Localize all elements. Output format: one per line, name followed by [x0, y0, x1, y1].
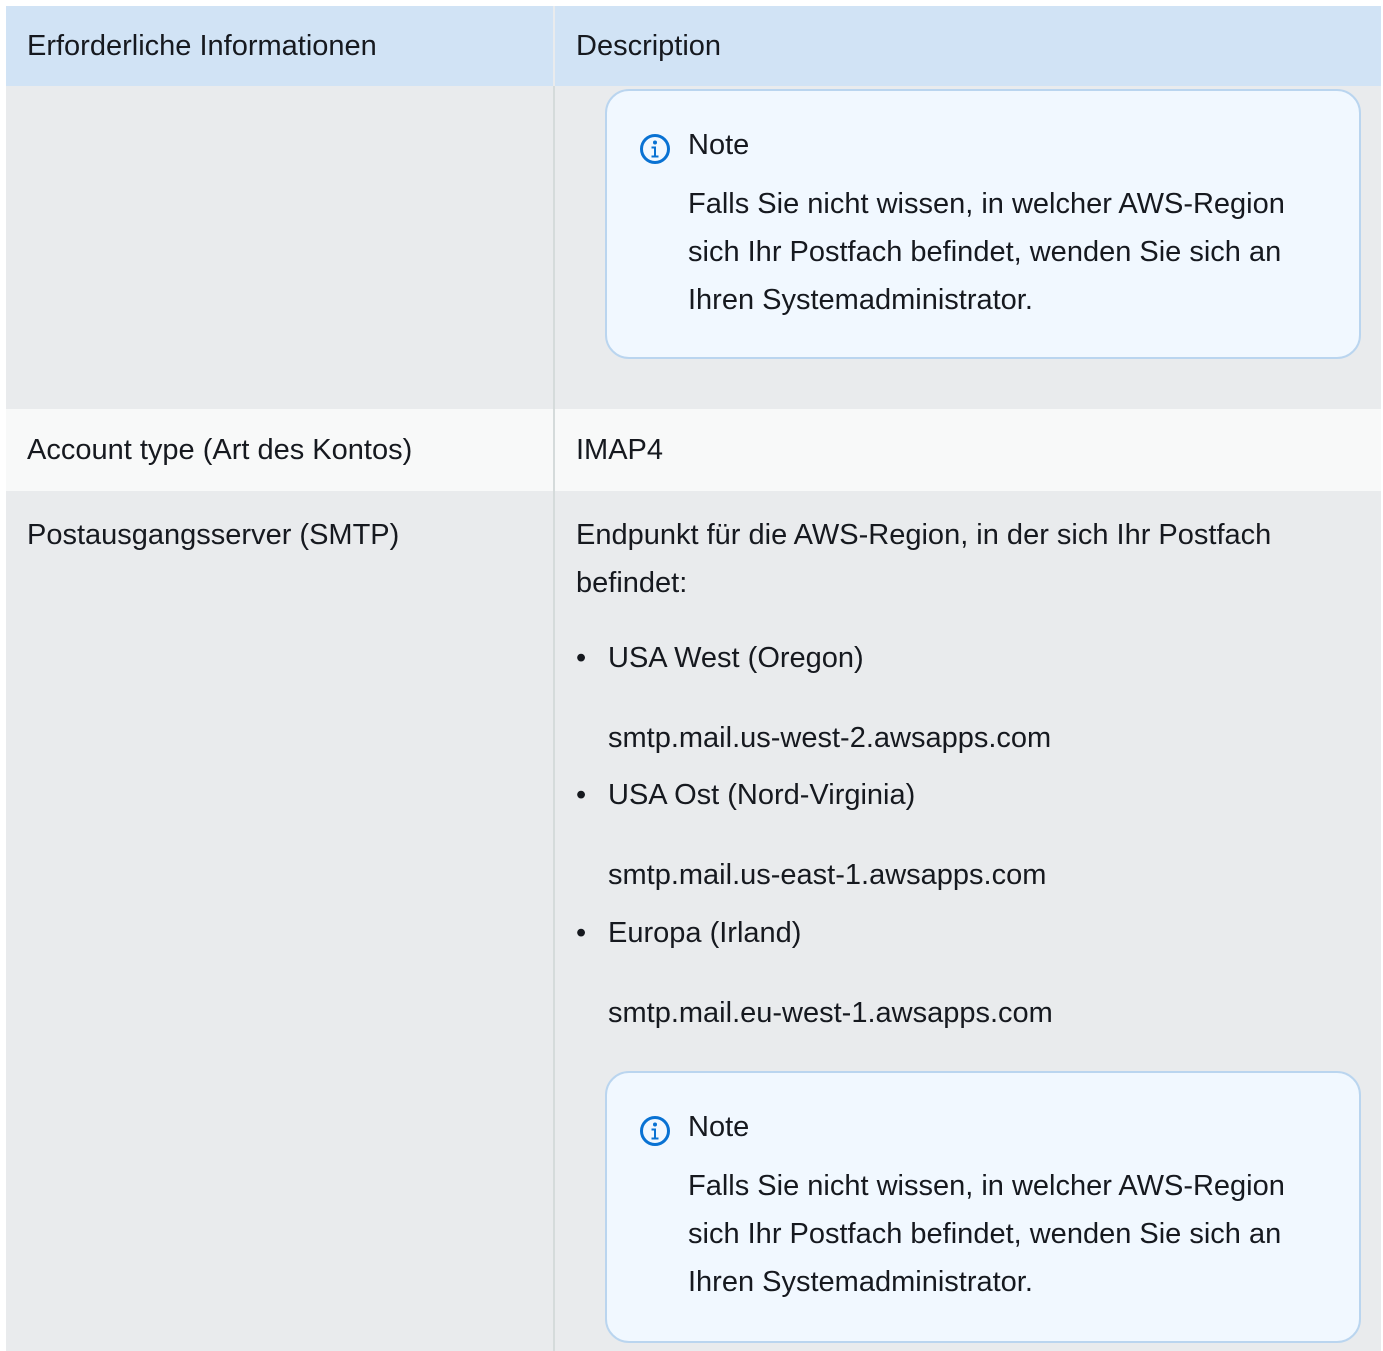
header-label-description: Description	[576, 30, 722, 62]
header-cell-description: Description	[555, 6, 1381, 86]
info-circle-icon	[640, 134, 670, 164]
note-body: Falls Sie nicht wissen, in welcher AWS-R…	[688, 1170, 1285, 1298]
row-label-account-type: Account type (Art des Kontos)	[27, 434, 413, 466]
region-name: USA West (Oregon)	[608, 642, 864, 674]
table-row: Postausgangsserver (SMTP) Endpunkt für d…	[6, 491, 1381, 1351]
header-cell-required-info: Erforderliche Informationen	[6, 6, 555, 86]
bullet-icon: •	[576, 779, 587, 811]
row-label-cell: Postausgangsserver (SMTP)	[6, 491, 555, 1351]
list-item-region: • Europa (Irland)	[576, 913, 801, 953]
region-name: USA Ost (Nord-Virginia)	[608, 779, 916, 811]
region-endpoint: smtp.mail.eu-west-1.awsapps.com	[608, 997, 1053, 1029]
bullet-icon: •	[576, 917, 587, 949]
row-value-cell: IMAP4	[555, 409, 1381, 491]
row-description-cell: Note Falls Sie nicht wissen, in welcher …	[555, 86, 1381, 409]
row-label-cell	[6, 86, 555, 409]
note-callout: Note Falls Sie nicht wissen, in welcher …	[605, 1071, 1361, 1343]
note-body: Falls Sie nicht wissen, in welcher AWS-R…	[688, 188, 1285, 316]
region-endpoint: smtp.mail.us-west-2.awsapps.com	[608, 722, 1052, 754]
list-item-region: • USA West (Oregon)	[576, 638, 864, 678]
smtp-intro-text: Endpunkt für die AWS-Region, in der sich…	[576, 519, 1272, 599]
table-row: Account type (Art des Kontos) IMAP4	[6, 409, 1381, 491]
info-circle-icon	[640, 1116, 670, 1146]
row-description-cell: Endpunkt für die AWS-Region, in der sich…	[555, 491, 1381, 1351]
info-table: Erforderliche Informationen Description …	[6, 6, 1381, 1351]
header-label-required-info: Erforderliche Informationen	[27, 30, 377, 62]
region-name: Europa (Irland)	[608, 917, 802, 949]
note-title: Note	[688, 1111, 750, 1143]
list-item-region: • USA Ost (Nord-Virginia)	[576, 775, 915, 815]
account-type-value: IMAP4	[576, 434, 664, 466]
region-endpoint: smtp.mail.us-east-1.awsapps.com	[608, 859, 1047, 891]
row-label-cell: Account type (Art des Kontos)	[6, 409, 555, 491]
table-header: Erforderliche Informationen Description	[6, 6, 1381, 86]
table-row: Note Falls Sie nicht wissen, in welcher …	[6, 86, 1381, 409]
row-label-smtp: Postausgangsserver (SMTP)	[27, 519, 400, 551]
note-title: Note	[688, 129, 750, 161]
bullet-icon: •	[576, 642, 587, 674]
note-callout: Note Falls Sie nicht wissen, in welcher …	[605, 89, 1361, 359]
